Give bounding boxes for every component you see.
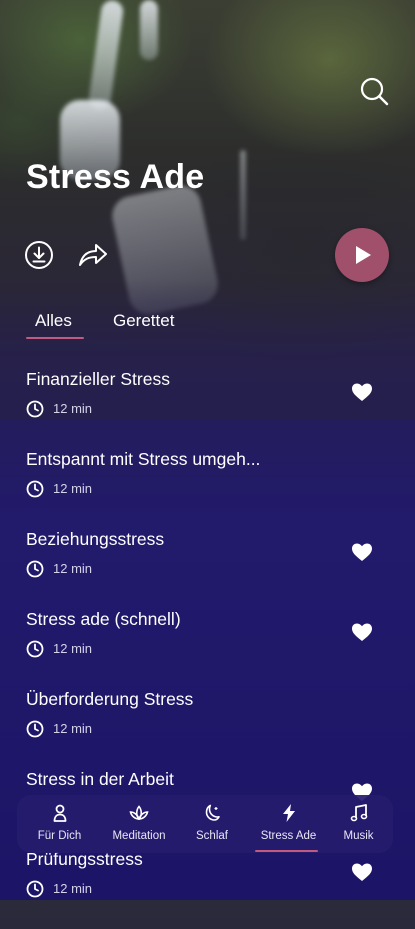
clock-icon <box>26 720 44 738</box>
tab-alles[interactable]: Alles <box>35 311 72 331</box>
play-icon <box>356 246 371 264</box>
search-icon <box>360 77 389 106</box>
list-item[interactable]: Finanzieller Stress 12 min <box>0 369 415 449</box>
download-button[interactable] <box>24 240 54 270</box>
tab-gerettet[interactable]: Gerettet <box>113 311 174 331</box>
download-icon <box>25 241 53 269</box>
heart-icon[interactable] <box>351 542 373 562</box>
person-icon <box>53 804 66 822</box>
clock-icon <box>26 640 44 658</box>
heart-icon[interactable] <box>351 622 373 642</box>
bottom-navigation: Für Dich Meditation Schlaf Stress Ade Mu… <box>17 795 393 853</box>
list-item[interactable]: Stress ade (schnell) 12 min <box>0 609 415 689</box>
clock-icon <box>26 560 44 578</box>
session-duration: 12 min <box>53 401 93 416</box>
nav-item-meditation[interactable]: Meditation <box>99 795 179 853</box>
session-duration: 12 min <box>53 721 93 736</box>
nav-item-schlaf[interactable]: Schlaf <box>182 795 242 853</box>
play-button[interactable] <box>335 228 389 282</box>
nav-label: Schlaf <box>196 830 228 842</box>
tab-selected-indicator <box>26 337 84 339</box>
page-title: Stress Ade <box>26 158 205 196</box>
music-note-icon <box>350 804 367 822</box>
clock-icon <box>26 400 44 418</box>
nav-label: Musik <box>343 830 374 842</box>
share-button[interactable] <box>77 240 109 270</box>
list-item[interactable]: Entspannt mit Stress umgeh... 12 min <box>0 449 415 529</box>
nav-label: Stress Ade <box>260 830 317 842</box>
list-item[interactable]: Prüfungsstress 12 min <box>0 849 415 929</box>
session-duration: 12 min <box>53 881 93 896</box>
session-duration: 12 min <box>53 641 93 656</box>
nav-item-musik[interactable]: Musik <box>331 795 386 853</box>
session-title: Beziehungsstress <box>26 529 165 549</box>
moon-icon <box>205 804 220 821</box>
session-title: Entspannt mit Stress umgeh... <box>26 449 261 469</box>
clock-icon <box>26 480 44 498</box>
nav-label: Meditation <box>112 830 166 842</box>
nav-item-stress-ade[interactable]: Stress Ade <box>250 795 327 853</box>
lotus-icon <box>129 805 149 821</box>
list-item[interactable]: Beziehungsstress 12 min <box>0 529 415 609</box>
header-background-image <box>0 0 415 420</box>
nav-label: Für Dich <box>37 830 82 842</box>
list-item[interactable]: Überforderung Stress 12 min <box>0 689 415 769</box>
nav-selected-indicator <box>255 850 318 852</box>
nav-item-fuer-dich[interactable]: Für Dich <box>22 795 97 853</box>
session-title: Überforderung Stress <box>26 689 194 709</box>
session-duration: 12 min <box>53 561 93 576</box>
clock-icon <box>26 880 44 898</box>
session-duration: 12 min <box>53 481 93 496</box>
lightning-icon <box>282 804 295 822</box>
session-title: Finanzieller Stress <box>26 369 170 389</box>
share-icon <box>79 244 107 266</box>
search-button[interactable] <box>357 74 391 108</box>
session-title: Stress in der Arbeit <box>26 769 174 789</box>
heart-icon[interactable] <box>351 382 373 402</box>
session-title: Stress ade (schnell) <box>26 609 181 629</box>
heart-icon[interactable] <box>351 862 373 882</box>
